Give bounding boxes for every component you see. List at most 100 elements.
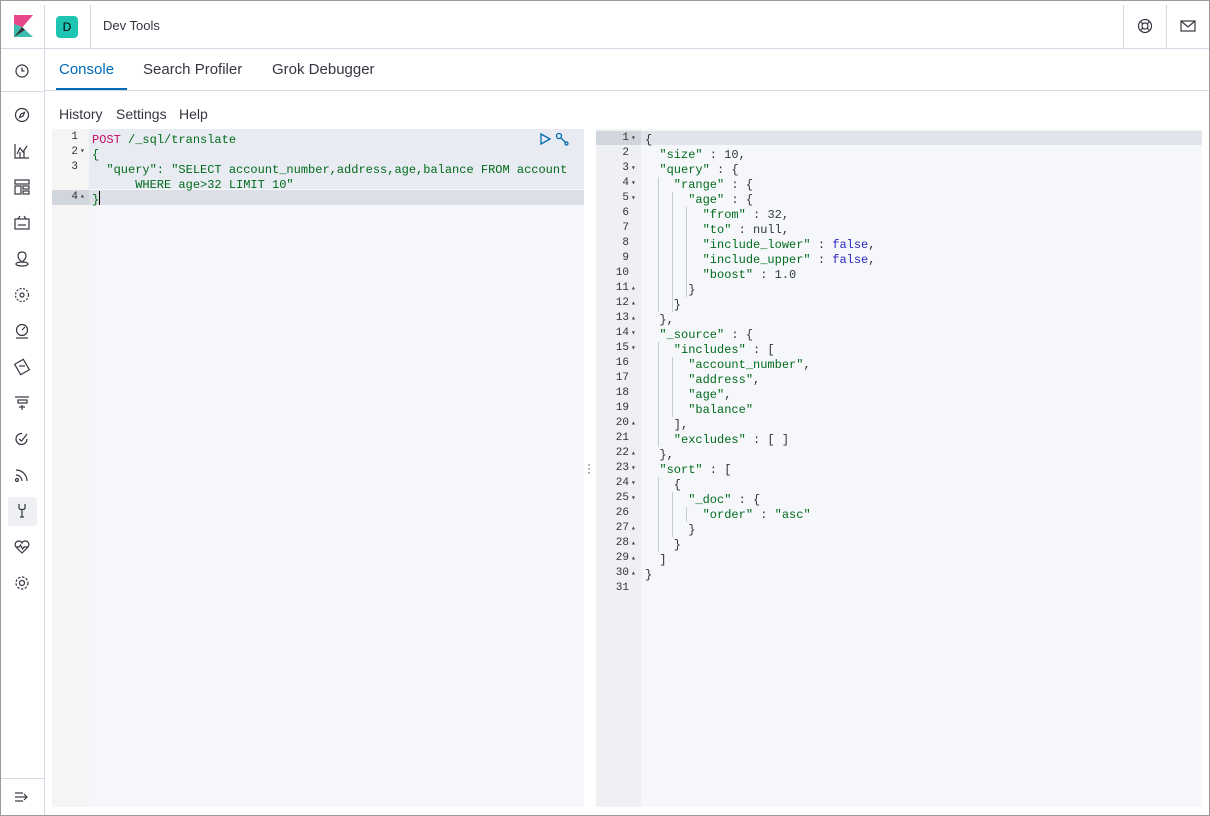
fold-icon[interactable]: ▾ (631, 476, 636, 491)
fold-icon[interactable]: ▾ (631, 131, 636, 146)
uptime-icon[interactable] (13, 430, 31, 448)
fold-icon[interactable]: ▾ (631, 191, 636, 206)
code-line: "age", (645, 386, 875, 402)
code-token: 10 (724, 148, 739, 162)
code-line: "query": "SELECT account_number,address,… (92, 161, 567, 177)
code-line: POST /_sql/translate (92, 131, 567, 147)
wrench-icon[interactable] (555, 132, 569, 146)
code-token: "sort" (645, 463, 703, 477)
code-line: "balance" (645, 401, 875, 417)
fold-icon[interactable]: ▴ (631, 566, 636, 581)
code-line: "order" : "asc" (645, 506, 875, 522)
code-token: "balance" (645, 403, 754, 417)
line-number: 1 (622, 132, 629, 144)
play-icon[interactable] (538, 132, 552, 146)
space-avatar[interactable]: D (56, 16, 78, 38)
canvas-icon[interactable] (13, 214, 31, 232)
code-line: } (92, 191, 567, 207)
line-number: 12 (615, 297, 629, 309)
mail-icon[interactable] (1179, 17, 1197, 35)
fold-icon[interactable]: ▴ (80, 191, 85, 201)
fold-icon[interactable]: ▾ (631, 491, 636, 506)
fold-icon[interactable]: ▾ (631, 176, 636, 191)
fold-icon[interactable]: ▴ (631, 521, 636, 536)
response-editor[interactable]: 1 ▾ 2 3 ▾ 4 ▾ 5 ▾ 6 7 8 9 10 11 ▴ 12 ▴ 13 ▴ 14 ▾ 15 ▾ 16 17 18 19 20… (596, 129, 1202, 807)
fold-icon[interactable]: ▴ (631, 311, 636, 326)
code-token: , (781, 223, 790, 237)
code-token: , (753, 373, 761, 387)
code-line: "excludes" : [ ] (645, 431, 875, 447)
visualize-icon[interactable] (13, 142, 31, 160)
logs-icon[interactable] (13, 358, 31, 376)
fold-icon[interactable]: ▴ (631, 296, 636, 311)
dashboard-icon[interactable] (13, 178, 31, 196)
fold-icon[interactable]: ▾ (631, 161, 636, 176)
response-code: { "size" : 10, "query" : { "range" : { "… (645, 131, 875, 596)
fold-icon[interactable]: ▴ (631, 536, 636, 551)
code-token: ], (645, 418, 689, 432)
header-divider (44, 5, 45, 48)
line-number: 7 (622, 222, 629, 234)
tab-grok-debugger[interactable]: Grok Debugger (272, 61, 375, 78)
line-number: 4 (622, 177, 629, 189)
line-number: 10 (615, 267, 629, 279)
ml-icon[interactable] (13, 286, 31, 304)
compass-icon[interactable] (13, 106, 31, 124)
resizer-handle-icon[interactable]: · · · (587, 458, 591, 478)
fold-icon[interactable]: ▴ (631, 416, 636, 431)
request-code[interactable]: POST /_sql/translate{ "query": "SELECT a… (92, 131, 567, 207)
header-divider (1123, 5, 1124, 48)
fold-icon[interactable]: ▴ (631, 446, 636, 461)
code-token: , (803, 358, 811, 372)
code-token: , (738, 148, 746, 162)
menu-help[interactable]: Help (179, 106, 208, 122)
dev-tools-icon[interactable] (13, 502, 31, 520)
code-token: "boost" (645, 268, 754, 282)
tab-console[interactable]: Console (59, 61, 114, 78)
code-token: : { (731, 493, 761, 507)
fold-icon[interactable]: ▾ (631, 461, 636, 476)
monitoring-icon[interactable] (13, 538, 31, 556)
line-number: 20 (615, 417, 629, 429)
fold-icon[interactable]: ▾ (80, 146, 85, 156)
kibana-logo-icon[interactable] (14, 15, 33, 37)
fold-icon[interactable]: ▾ (631, 326, 636, 341)
code-line: "include_upper" : false, (645, 251, 876, 267)
metrics-icon[interactable] (13, 322, 31, 340)
code-line: "boost" : 1.0 (645, 266, 875, 282)
code-token: : (810, 238, 833, 252)
help-icon[interactable] (1136, 17, 1154, 35)
code-line: } (645, 296, 875, 312)
fold-icon[interactable]: ▾ (631, 341, 636, 356)
siem-icon[interactable] (13, 466, 31, 484)
menu-settings[interactable]: Settings (116, 106, 167, 122)
fold-icon[interactable]: ▴ (631, 551, 636, 566)
code-token: "_source" (645, 328, 725, 342)
code-token: : (753, 508, 775, 522)
active-tab-indicator (56, 88, 127, 90)
line-number: 9 (622, 252, 629, 264)
tab-search-profiler[interactable]: Search Profiler (143, 61, 242, 78)
management-icon[interactable] (13, 574, 31, 592)
line-number: 8 (622, 237, 629, 249)
header-divider (90, 5, 91, 48)
collapse-icon[interactable] (13, 788, 31, 806)
line-number: 6 (622, 207, 629, 219)
code-token: "age" (645, 388, 725, 402)
code-token: "asc" (774, 508, 811, 522)
code-token: "includes" (645, 343, 746, 357)
code-line: "age" : { (645, 191, 875, 207)
request-editor[interactable]: 1 2 ▾ 3 4 ▴ POST /_sql/translate{ "query… (52, 129, 584, 807)
fold-icon[interactable]: ▴ (631, 281, 636, 296)
line-number: 2 (71, 146, 78, 158)
menu-history[interactable]: History (59, 106, 103, 122)
clock-icon[interactable] (13, 62, 31, 80)
apm-icon[interactable] (13, 394, 31, 412)
request-editor-body[interactable] (89, 129, 584, 807)
code-token: : (753, 268, 775, 282)
line-number: 4 (71, 191, 78, 203)
code-token: } (645, 523, 696, 537)
text-cursor (99, 191, 100, 205)
maps-icon[interactable] (13, 250, 31, 268)
